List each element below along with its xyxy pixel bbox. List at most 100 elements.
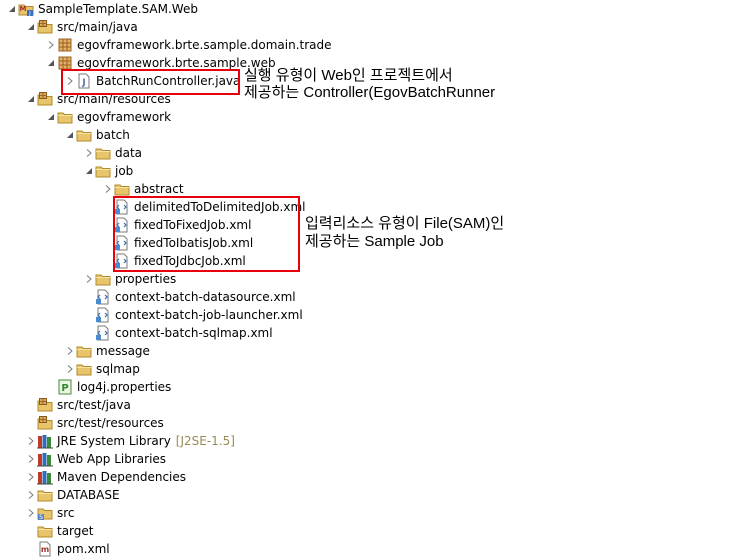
svg-text:M: M <box>20 5 27 13</box>
tree-item-label: Maven Dependencies <box>57 470 187 484</box>
folder-icon <box>95 271 111 287</box>
svg-text:P: P <box>61 383 68 394</box>
folder-icon <box>76 343 92 359</box>
expand-arrow-down-icon[interactable] <box>25 18 37 36</box>
tree-item[interactable]: context-batch-datasource.xml <box>83 288 296 306</box>
annotation-jobs-line2: 제공하는 Sample Job <box>305 233 444 250</box>
library-icon <box>37 451 53 467</box>
tree-item[interactable]: Ssrc <box>25 504 75 522</box>
svg-text:S: S <box>39 514 43 521</box>
folder-icon <box>76 127 92 143</box>
tree-item[interactable]: m pom.xml <box>25 540 110 558</box>
tree-item-label: src/test/java <box>57 398 131 412</box>
svg-text:J: J <box>28 11 30 17</box>
maven-pom-icon: m <box>37 541 53 557</box>
tree-item-label: message <box>96 344 150 358</box>
tree-item[interactable]: context-batch-sqlmap.xml <box>83 324 273 342</box>
library-icon <box>37 469 53 485</box>
highlight-box-jobs <box>113 196 300 272</box>
tree-item[interactable]: src/test/java <box>25 396 131 414</box>
expand-arrow-right-icon[interactable] <box>25 450 37 468</box>
expand-arrow-right-icon[interactable] <box>64 360 76 378</box>
tree-item-label: JRE System Library <box>57 434 171 448</box>
svg-text:m: m <box>41 545 49 554</box>
tree-item[interactable]: Plog4j.properties <box>45 378 171 396</box>
folder-icon <box>57 109 73 125</box>
xml-file-icon <box>95 325 111 341</box>
tree-item[interactable]: batch <box>64 126 130 144</box>
src-folder-icon: S <box>37 505 53 521</box>
tree-item[interactable]: context-batch-job-launcher.xml <box>83 306 303 324</box>
tree-item[interactable]: target <box>25 522 94 540</box>
xml-file-icon <box>95 307 111 323</box>
tree-item-label: src <box>57 506 75 520</box>
tree-item-label: context-batch-job-launcher.xml <box>115 308 303 322</box>
tree-item-label: egovframework <box>77 110 172 124</box>
tree-item[interactable]: properties <box>83 270 176 288</box>
tree-item[interactable]: Maven Dependencies <box>25 468 186 486</box>
tree-item-label: pom.xml <box>57 542 110 556</box>
tree-item[interactable]: message <box>64 342 150 360</box>
tree-item[interactable]: Web App Libraries <box>25 450 166 468</box>
folder-icon <box>95 145 111 161</box>
folder-icon <box>114 181 130 197</box>
tree-item[interactable]: egovframework.brte.sample.domain.trade <box>45 36 332 54</box>
tree-item[interactable]: egovframework <box>45 108 171 126</box>
expand-arrow-down-icon[interactable] <box>25 90 37 108</box>
folder-icon <box>76 361 92 377</box>
folder-icon <box>95 163 111 179</box>
expand-arrow-right-icon[interactable] <box>25 504 37 522</box>
tree-item-label: Web App Libraries <box>57 452 167 466</box>
tree-item-label: context-batch-datasource.xml <box>115 290 296 304</box>
folder-icon <box>37 523 53 539</box>
tree-item[interactable]: src/main/java <box>25 18 138 36</box>
expand-arrow-right-icon[interactable] <box>25 468 37 486</box>
expand-arrow-down-icon[interactable] <box>45 108 57 126</box>
expand-arrow-down-icon[interactable] <box>64 126 76 144</box>
expand-arrow-right-icon[interactable] <box>64 342 76 360</box>
expand-arrow-down-icon[interactable] <box>83 162 95 180</box>
expand-arrow-right-icon[interactable] <box>83 270 95 288</box>
tree-item-decoration: [J2SE-1.5] <box>175 434 235 448</box>
package-icon <box>57 37 73 53</box>
maven-project-icon: MJ <box>18 1 34 17</box>
expand-arrow-down-icon[interactable] <box>45 54 57 72</box>
tree-item[interactable]: src/test/resources <box>25 414 164 432</box>
tree-item-label: sqlmap <box>96 362 140 376</box>
tree-item[interactable]: job <box>83 162 133 180</box>
tree-item[interactable]: M J SampleTemplate.SAM.Web <box>6 0 198 18</box>
source-folder-icon <box>37 19 53 35</box>
annotation-controller-line1: 실행 유형이 Web인 프로젝트에서 <box>244 67 453 84</box>
tree-item-label: egovframework.brte.sample.domain.trade <box>77 38 332 52</box>
source-folder-icon <box>37 415 53 431</box>
tree-item-label: src/test/resources <box>57 416 164 430</box>
tree-item[interactable]: DATABASE <box>25 486 120 504</box>
tree-item-label: DATABASE <box>57 488 120 502</box>
annotation-controller-line2: 제공하는 Controller(EgovBatchRunner <box>244 84 496 101</box>
tree-item[interactable]: data <box>83 144 142 162</box>
tree-item[interactable]: JRE System Library [J2SE-1.5] <box>25 432 235 450</box>
tree-item-label: job <box>115 164 134 178</box>
expand-arrow-right-icon[interactable] <box>83 144 95 162</box>
expand-arrow-down-icon[interactable] <box>6 0 18 18</box>
properties-file-icon: P <box>57 379 73 395</box>
highlight-box-controller <box>61 69 240 95</box>
tree-item-label: data <box>115 146 143 160</box>
source-folder-icon <box>37 91 53 107</box>
tree-item-label: log4j.properties <box>77 380 172 394</box>
expand-arrow-right-icon[interactable] <box>45 36 57 54</box>
expand-arrow-right-icon[interactable] <box>25 486 37 504</box>
tree-item-label: context-batch-sqlmap.xml <box>115 326 273 340</box>
tree-item[interactable]: sqlmap <box>64 360 140 378</box>
tree-item-label: src/main/java <box>57 20 138 34</box>
expand-arrow-right-icon[interactable] <box>25 432 37 450</box>
tree-item-label: SampleTemplate.SAM.Web <box>38 2 198 16</box>
